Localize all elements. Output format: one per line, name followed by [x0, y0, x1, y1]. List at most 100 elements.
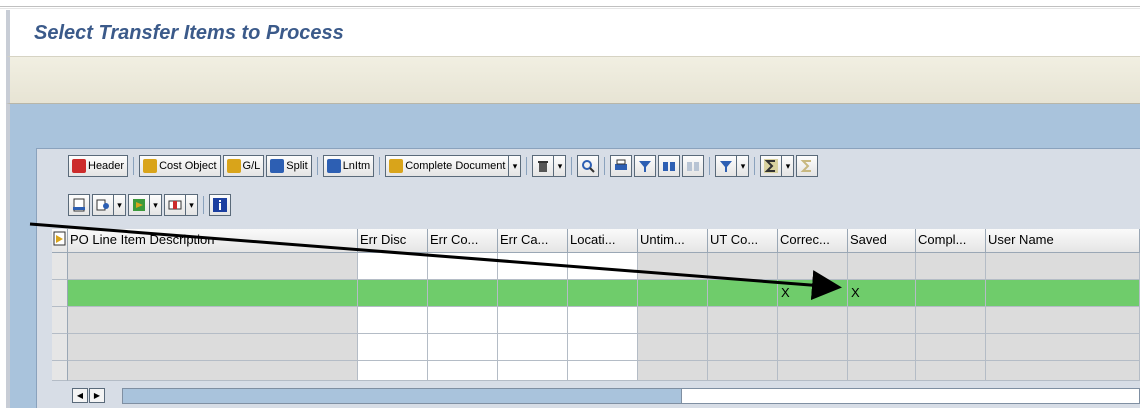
delete-menu[interactable]: ▾ [554, 155, 567, 177]
row-selector[interactable] [52, 334, 68, 361]
complete-document-button[interactable]: Complete Document [385, 155, 510, 177]
table-cell-input[interactable] [428, 334, 498, 361]
scroll-right-button[interactable]: ▶ [89, 388, 105, 403]
table-cell-input[interactable] [358, 253, 428, 280]
cost-object-button-label: Cost Object [159, 160, 217, 172]
column-header-ut-co[interactable]: UT Co... [708, 229, 778, 253]
table-cell-input[interactable] [568, 253, 638, 280]
info-button[interactable] [209, 194, 231, 216]
details-icon [582, 160, 596, 173]
lnitm-button-label: LnItm [342, 160, 371, 172]
export-group: ▾ [128, 194, 162, 216]
select-all-cell[interactable] [52, 229, 68, 253]
subtotal-button[interactable] [796, 155, 819, 177]
lnitm-button[interactable]: LnItm [322, 155, 375, 177]
table-cell [916, 361, 986, 381]
header-button[interactable]: Header [68, 155, 129, 177]
table-cell-input[interactable] [568, 334, 638, 361]
table-cell [916, 253, 986, 280]
table-cell [848, 253, 916, 280]
table-cell-input[interactable] [358, 307, 428, 334]
complete-document-menu[interactable]: ▾ [509, 155, 522, 177]
filter-menu[interactable]: ▾ [737, 155, 750, 177]
table-cell-input[interactable] [358, 334, 428, 361]
selected-row-cell[interactable] [568, 280, 638, 307]
layout-menu[interactable]: ▾ [186, 194, 198, 216]
selected-row-cell[interactable] [498, 280, 568, 307]
gl-button[interactable]: G/L [222, 155, 265, 177]
column-header-untim[interactable]: Untim... [638, 229, 708, 253]
row-selector[interactable] [52, 307, 68, 334]
column-header-compl[interactable]: Compl... [916, 229, 986, 253]
sum-icon [764, 159, 779, 173]
sum-menu[interactable]: ▾ [782, 155, 795, 177]
lnitm-icon [326, 159, 341, 173]
table-cell [708, 334, 778, 361]
column-header-err-ca[interactable]: Err Ca... [498, 229, 568, 253]
filter-icon [720, 161, 733, 172]
toolbar-separator [709, 157, 711, 175]
table-cell-input[interactable] [498, 307, 568, 334]
table-cell-input[interactable] [358, 361, 428, 381]
delete-button[interactable] [532, 155, 555, 177]
table-cell-input[interactable] [498, 334, 568, 361]
table-cell-input[interactable] [498, 253, 568, 280]
toolbar-separator [604, 157, 606, 175]
table-cell [638, 253, 708, 280]
table-cell [68, 334, 358, 361]
table-cell-input[interactable] [568, 361, 638, 381]
table-cell [638, 307, 708, 334]
views-button[interactable] [92, 194, 114, 216]
toolbar-separator [203, 196, 204, 214]
selected-row-cell [68, 280, 358, 307]
scroll-left-button[interactable]: ◀ [72, 388, 88, 403]
table-cell [778, 334, 848, 361]
column-header-correc[interactable]: Correc... [778, 229, 848, 253]
table-cell-input[interactable] [428, 307, 498, 334]
column-header-saved[interactable]: Saved [848, 229, 916, 253]
table-cell [778, 361, 848, 381]
toolbar-separator [379, 157, 381, 175]
table-cell-input[interactable] [568, 307, 638, 334]
layout-button[interactable] [164, 194, 186, 216]
split-button[interactable]: Split [266, 155, 312, 177]
views-menu[interactable]: ▾ [114, 194, 126, 216]
table-cell [708, 253, 778, 280]
header-button-label: Header [88, 160, 125, 172]
table-cell [986, 361, 1140, 381]
row-selector[interactable] [52, 253, 68, 280]
row-selector[interactable] [52, 361, 68, 381]
column-header-err-disc[interactable]: Err Disc [358, 229, 428, 253]
details-button[interactable] [577, 155, 600, 177]
toolbar-separator [316, 157, 318, 175]
export-menu[interactable]: ▾ [150, 194, 162, 216]
table-cell-input[interactable] [428, 361, 498, 381]
cost-object-button[interactable]: Cost Object [139, 155, 221, 177]
export-button[interactable] [128, 194, 150, 216]
scroll-thumb[interactable] [122, 388, 682, 404]
print-button[interactable] [610, 155, 633, 177]
print-preview-button[interactable] [68, 194, 90, 216]
selected-row-cell[interactable] [428, 280, 498, 307]
table-cell-input[interactable] [428, 253, 498, 280]
table-cell-input[interactable] [498, 361, 568, 381]
column-header-err-co[interactable]: Err Co... [428, 229, 498, 253]
find-next-button[interactable] [682, 155, 705, 177]
selected-row-cell[interactable] [358, 280, 428, 307]
column-header-user-name[interactable]: User Name [986, 229, 1140, 253]
table-cell [638, 361, 708, 381]
filter-button[interactable] [715, 155, 738, 177]
correction-cell: X [778, 280, 848, 307]
column-header-po-line-item-description[interactable]: PO Line Item Description [68, 229, 358, 253]
find-button[interactable] [658, 155, 681, 177]
subtotal-icon [801, 160, 812, 172]
column-header-locati[interactable]: Locati... [568, 229, 638, 253]
sort-button[interactable] [634, 155, 657, 177]
transfer-items-grid: PO Line Item Description Err Disc Err Co… [52, 229, 1140, 381]
application-toolbar [6, 56, 1140, 104]
gl-button-label: G/L [242, 160, 261, 172]
horizontal-scrollbar[interactable]: ◀ ▶ [52, 384, 1140, 408]
row-selector[interactable] [52, 280, 68, 307]
sum-button[interactable] [760, 155, 783, 177]
selected-row-cell [708, 280, 778, 307]
